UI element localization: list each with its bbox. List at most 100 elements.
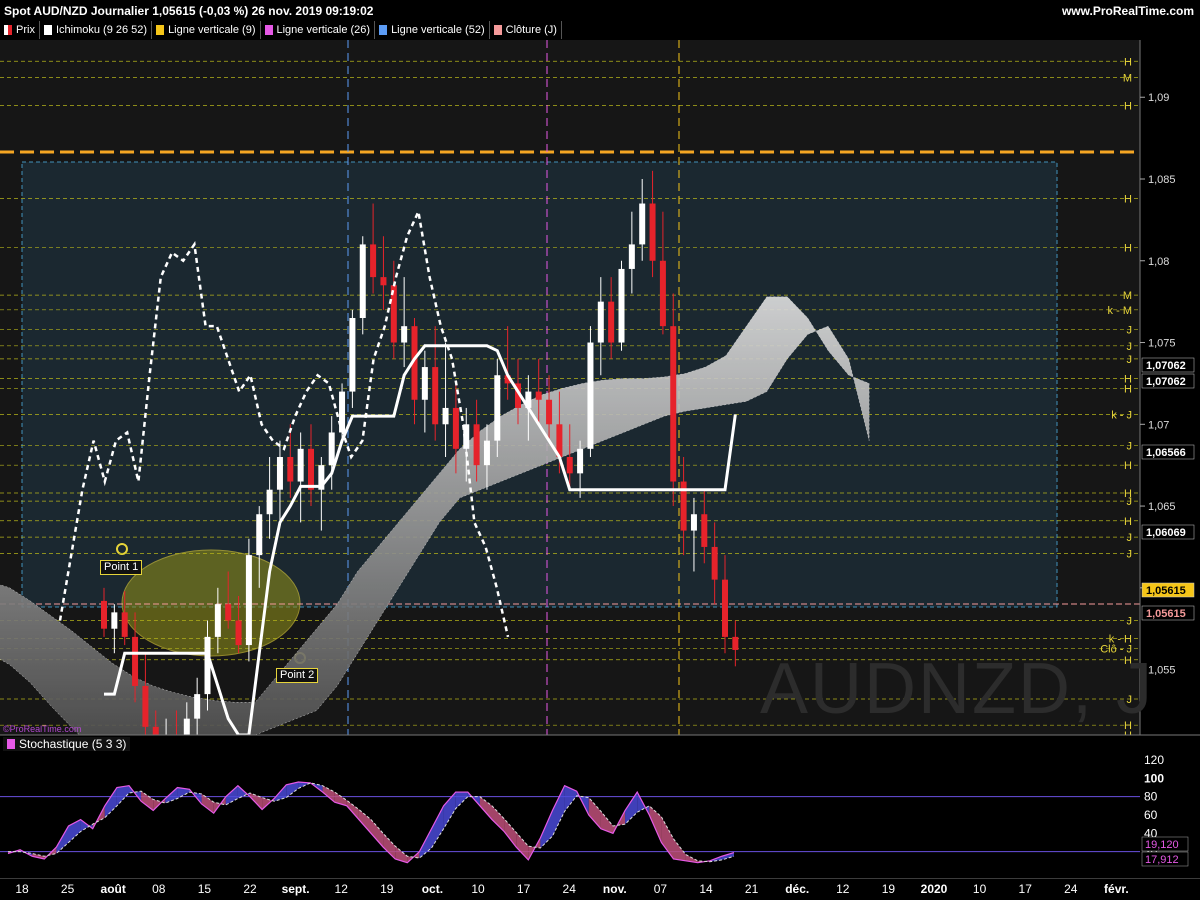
candle-body (142, 685, 149, 727)
stochastic-legend[interactable]: Stochastique (5 3 3) (3, 737, 131, 751)
candle-body (256, 514, 263, 556)
date-tick-label: 12 (335, 882, 349, 896)
candle-body (132, 636, 139, 686)
legend-swatch (4, 25, 12, 35)
level-label: J (1127, 441, 1133, 453)
price-tick-label: 1,08 (1148, 256, 1169, 268)
level-label: M (1123, 73, 1132, 85)
price-tick-label: 1,09 (1148, 92, 1169, 104)
candle-body (659, 260, 666, 327)
point2-label[interactable]: Point 2 (276, 668, 319, 683)
date-tick-label: 10 (471, 882, 485, 896)
candle-body (432, 367, 439, 425)
legend-item-prix[interactable]: Prix (0, 21, 40, 39)
date-tick-label: août (101, 882, 126, 896)
price-tag-j: 1,06069 (1146, 527, 1186, 539)
candle-body (266, 489, 273, 515)
legend-item-vline-26[interactable]: Ligne verticale (26) (261, 21, 376, 39)
point1-label[interactable]: Point 1 (100, 560, 143, 575)
date-tick-label: 25 (61, 882, 75, 896)
candle-body (225, 604, 232, 621)
legend-swatch (43, 25, 52, 35)
candle-body (639, 203, 646, 245)
range-box (21, 161, 1058, 608)
candle-body (701, 514, 708, 547)
legend-swatch (379, 25, 388, 35)
candle-body (473, 424, 480, 466)
date-tick-label: févr. (1104, 882, 1129, 896)
stoch-tag-d: 17,912 (1145, 854, 1179, 866)
price-tag-close: 1,05615 (1146, 585, 1186, 597)
stoch-tick-label: 60 (1144, 808, 1158, 822)
stoch-tick-label: 100 (1144, 771, 1164, 785)
candle-body (587, 342, 594, 449)
candle-body (349, 318, 356, 392)
level-label: J (1127, 341, 1133, 353)
legend-swatch (264, 25, 273, 35)
stoch-tick-label: 80 (1144, 790, 1158, 804)
candle-body (442, 407, 449, 425)
stoch-tag-k: 19,120 (1145, 839, 1179, 851)
level-label: H (1124, 100, 1132, 112)
level-label: k - M (1108, 305, 1132, 317)
price-tick-label: 1,075 (1148, 338, 1176, 350)
candle-body (359, 244, 366, 318)
date-tick-label: 12 (836, 882, 850, 896)
level-label: H (1124, 243, 1132, 255)
level-label: J (1127, 354, 1133, 366)
candle-body (649, 203, 656, 261)
legend-item-ichimoku[interactable]: Ichimoku (9 26 52) (40, 21, 153, 39)
candle-body (483, 440, 490, 466)
candle-body (597, 301, 604, 343)
date-tick-label: 18 (15, 882, 29, 896)
candle-body (577, 448, 584, 474)
level-label: J (1127, 496, 1133, 508)
candle-body (732, 636, 739, 650)
date-tick-label: 19 (882, 882, 896, 896)
legend-swatch (156, 25, 165, 35)
candle-body (690, 514, 697, 531)
date-tick-label: 07 (654, 882, 668, 896)
date-tick-label: 15 (198, 882, 212, 896)
legend-item-vline-9[interactable]: Ligne verticale (9) (152, 21, 261, 39)
candle-body (535, 391, 542, 400)
level-label: M (1123, 290, 1132, 302)
level-label: k - J (1111, 409, 1132, 421)
date-tick-label: 17 (1019, 882, 1033, 896)
brand-text: www.ProRealTime.com (1061, 4, 1194, 18)
indicator-legend: Prix Ichimoku (9 26 52) Ligne verticale … (0, 21, 562, 39)
price-tag-kj2: 1,07062 (1146, 376, 1186, 388)
stoch-bg (0, 735, 1200, 878)
date-tick-label: 24 (1064, 882, 1078, 896)
candle-body (101, 600, 107, 629)
level-label: J (1127, 532, 1133, 544)
date-tick-label: 17 (517, 882, 531, 896)
legend-swatch (493, 25, 502, 35)
date-tick-label: déc. (785, 882, 809, 896)
level-label: J (1127, 548, 1133, 560)
level-label: J (1127, 616, 1133, 628)
candle-body (328, 432, 335, 466)
level-label: H (1124, 194, 1132, 206)
legend-item-vline-52[interactable]: Ligne verticale (52) (375, 21, 490, 39)
candle-body (308, 448, 314, 490)
date-tick-label: 21 (745, 882, 759, 896)
candle-body (287, 457, 294, 482)
legend-item-cloture[interactable]: Clôture (J) (490, 21, 562, 39)
stoch-tick-label: 120 (1144, 753, 1164, 767)
candle-body (245, 555, 252, 646)
title-bar: Spot AUD/NZD Journalier 1,05615 (-0,03 %… (0, 0, 1200, 22)
price-tick-label: 1,07 (1148, 419, 1169, 431)
chart-canvas: HMHHHMk - MJJJHHk - JJHHJHJJJk - HClô - … (0, 40, 1200, 896)
candle-body (121, 612, 128, 637)
date-tick-label: sept. (282, 882, 310, 896)
symbol-watermark: AUDNZD, J (760, 649, 1154, 729)
candle-body (401, 326, 408, 343)
candle-body (722, 579, 728, 637)
stochastic-panel: 1201008060402019,12017,912 (0, 734, 1200, 878)
candle-body (111, 612, 118, 629)
date-tick-label: 2020 (921, 882, 948, 896)
date-tick-label: 22 (243, 882, 257, 896)
candle-body (670, 326, 677, 482)
price-tick-label: 1,065 (1148, 501, 1176, 513)
